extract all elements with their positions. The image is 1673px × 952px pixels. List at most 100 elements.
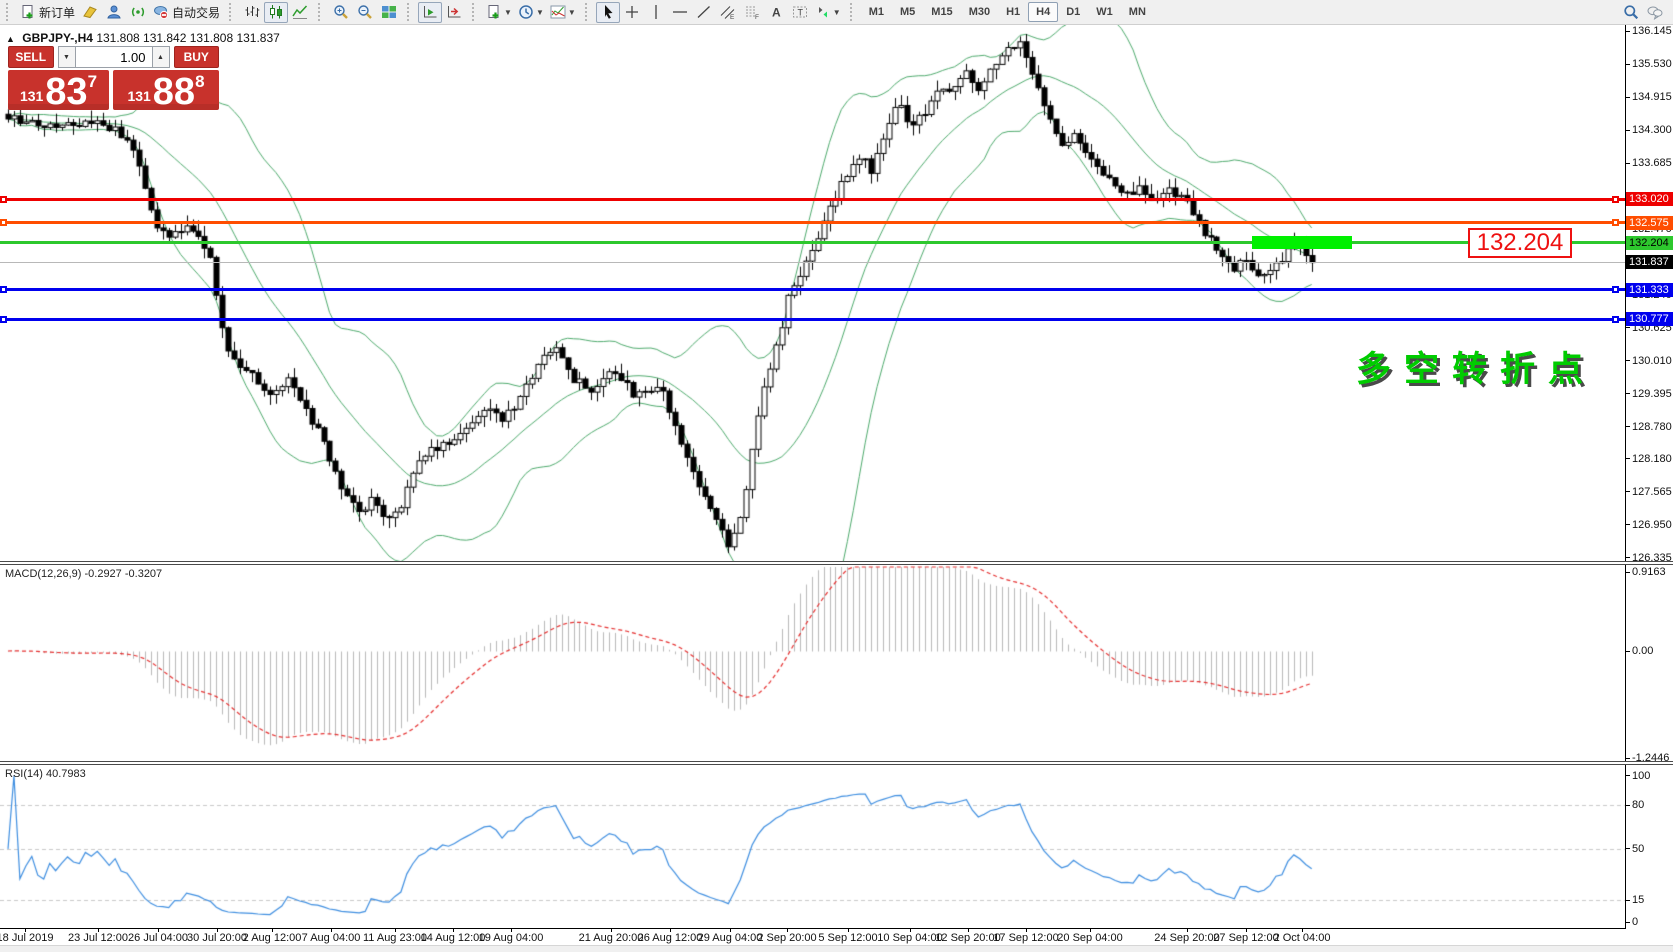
symbol-name: GBPJPY-,H4 bbox=[22, 31, 93, 45]
volume-increase-button[interactable]: ▲ bbox=[152, 46, 170, 68]
timeframe-button-D1[interactable]: D1 bbox=[1058, 2, 1088, 22]
timeframe-button-H4[interactable]: H4 bbox=[1028, 2, 1058, 22]
price-tag-133.020: 133.020 bbox=[1626, 192, 1673, 206]
macd-canvas[interactable] bbox=[0, 565, 1626, 761]
toolbar-grip bbox=[407, 3, 414, 21]
price-tick-label: 130.010 bbox=[1632, 355, 1672, 367]
time-tick-label: 29 Aug 04:00 bbox=[698, 932, 763, 944]
candlestick-chart-button[interactable] bbox=[264, 2, 288, 23]
time-tick-label: 27 Sep 12:00 bbox=[1213, 932, 1278, 944]
signals-button[interactable] bbox=[126, 2, 150, 23]
doc-plus-icon bbox=[20, 4, 36, 20]
cursor-button[interactable] bbox=[596, 2, 620, 23]
accounts-button[interactable] bbox=[102, 2, 126, 23]
volume-decrease-button[interactable]: ▼ bbox=[58, 46, 76, 68]
dropdown-arrow-icon: ▼ bbox=[833, 8, 841, 17]
hline-133.020[interactable] bbox=[0, 198, 1625, 201]
time-tick-label: 30 Jul 20:00 bbox=[187, 932, 247, 944]
fibonacci-button[interactable]: F bbox=[740, 2, 764, 23]
dropdown-arrow-icon: ▼ bbox=[568, 8, 576, 17]
auto-trading-button[interactable]: 自动交易 bbox=[150, 2, 223, 23]
bar-chart-button[interactable] bbox=[240, 2, 264, 23]
collapse-panel-icon[interactable]: ▲ bbox=[6, 34, 15, 44]
time-tick-label: 20 Sep 04:00 bbox=[1057, 932, 1122, 944]
svg-text:E: E bbox=[730, 14, 735, 20]
price-callout-text: 132.204 bbox=[1477, 229, 1564, 257]
toolbar-grip bbox=[229, 3, 236, 21]
book-icon bbox=[82, 4, 98, 20]
buy-price-button[interactable]: 131 88 8 bbox=[113, 70, 219, 110]
hline-132.575[interactable] bbox=[0, 221, 1625, 224]
horizontal-line-button[interactable] bbox=[668, 2, 692, 23]
timeframe-button-W1[interactable]: W1 bbox=[1088, 2, 1121, 22]
chart-annotation-text[interactable]: 多空转折点 bbox=[1356, 341, 1596, 392]
candles-icon bbox=[268, 4, 284, 20]
highlight-rectangle-object[interactable] bbox=[1252, 236, 1352, 249]
chat-button[interactable] bbox=[1643, 2, 1667, 23]
sell-price-button[interactable]: 131 83 7 bbox=[8, 70, 109, 110]
new-chart-button[interactable]: ▼ bbox=[483, 2, 515, 23]
macd-panel-separator[interactable] bbox=[0, 561, 1673, 565]
rsi-panel-separator[interactable] bbox=[0, 761, 1673, 765]
tiles-icon bbox=[381, 4, 397, 20]
time-tick-label: 7 Aug 04:00 bbox=[302, 932, 361, 944]
text-button[interactable]: A bbox=[764, 2, 788, 23]
search-icon bbox=[1623, 4, 1639, 20]
chart-shift-button[interactable] bbox=[442, 2, 466, 23]
timeframe-button-MN[interactable]: MN bbox=[1121, 2, 1154, 22]
rsi-tick-label: 80 bbox=[1632, 799, 1644, 811]
new-order-button[interactable]: 新订单 bbox=[17, 2, 78, 23]
rsi-canvas[interactable] bbox=[0, 765, 1626, 928]
volume-input[interactable] bbox=[76, 46, 152, 68]
auto-scroll-button[interactable] bbox=[418, 2, 442, 23]
channel-button[interactable]: E bbox=[716, 2, 740, 23]
hline-130.777[interactable] bbox=[0, 318, 1625, 321]
periods-button[interactable]: ▼ bbox=[515, 2, 547, 23]
trendline-button[interactable] bbox=[692, 2, 716, 23]
vertical-line-button[interactable] bbox=[644, 2, 668, 23]
buy-price-big: 88 bbox=[153, 77, 195, 107]
text-label-icon: T bbox=[792, 4, 808, 20]
sell-button[interactable]: SELL bbox=[8, 46, 54, 68]
price-tick-label: 127.565 bbox=[1632, 486, 1672, 498]
crosshair-button[interactable] bbox=[620, 2, 644, 23]
hline-131.333[interactable] bbox=[0, 288, 1625, 291]
main-chart-canvas[interactable] bbox=[0, 25, 1626, 562]
price-tick-label: 128.180 bbox=[1632, 453, 1672, 465]
toolbar-grip bbox=[318, 3, 325, 21]
arrows-button[interactable]: ▼ bbox=[812, 2, 844, 23]
time-tick-label: 5 Sep 12:00 bbox=[818, 932, 877, 944]
time-tick-label: 23 Jul 12:00 bbox=[68, 932, 128, 944]
svg-text:F: F bbox=[755, 14, 759, 20]
timeframe-button-M5[interactable]: M5 bbox=[892, 2, 923, 22]
rsi-tick-label: 100 bbox=[1632, 770, 1650, 782]
time-tick-label: 19 Aug 04:00 bbox=[479, 932, 544, 944]
timeframe-button-M30[interactable]: M30 bbox=[961, 2, 998, 22]
tile-windows-button[interactable] bbox=[377, 2, 401, 23]
hline-132.204[interactable] bbox=[0, 241, 1625, 244]
svg-text:A: A bbox=[772, 6, 781, 20]
price-tick-label: 130.625 bbox=[1632, 322, 1672, 334]
text-label-button[interactable]: T bbox=[788, 2, 812, 23]
market-watch-button[interactable] bbox=[78, 2, 102, 23]
buy-button[interactable]: BUY bbox=[174, 46, 220, 68]
shift-icon bbox=[446, 4, 462, 20]
indicators-button[interactable]: ▼ bbox=[547, 2, 579, 23]
current-price-tag: 131.837 bbox=[1626, 255, 1673, 269]
toolbar-grip bbox=[472, 3, 479, 21]
timeframe-button-M15[interactable]: M15 bbox=[923, 2, 960, 22]
autoscroll-icon bbox=[422, 4, 438, 20]
time-tick-label: 14 Aug 12:00 bbox=[421, 932, 486, 944]
line-chart-button[interactable] bbox=[288, 2, 312, 23]
price-callout-box[interactable]: 132.204 bbox=[1468, 228, 1572, 258]
time-tick-label: 11 Aug 23:00 bbox=[363, 932, 427, 944]
timeframe-button-H1[interactable]: H1 bbox=[998, 2, 1028, 22]
timeframe-button-M1[interactable]: M1 bbox=[861, 2, 892, 22]
search-button[interactable] bbox=[1619, 2, 1643, 23]
price-tag-131.333: 131.333 bbox=[1626, 283, 1673, 297]
price-tick-label: 136.145 bbox=[1632, 25, 1672, 37]
time-axis-line bbox=[0, 928, 1626, 929]
zoom-out-button[interactable] bbox=[353, 2, 377, 23]
zoom-in-button[interactable] bbox=[329, 2, 353, 23]
time-tick-label: 26 Aug 12:00 bbox=[638, 932, 703, 944]
